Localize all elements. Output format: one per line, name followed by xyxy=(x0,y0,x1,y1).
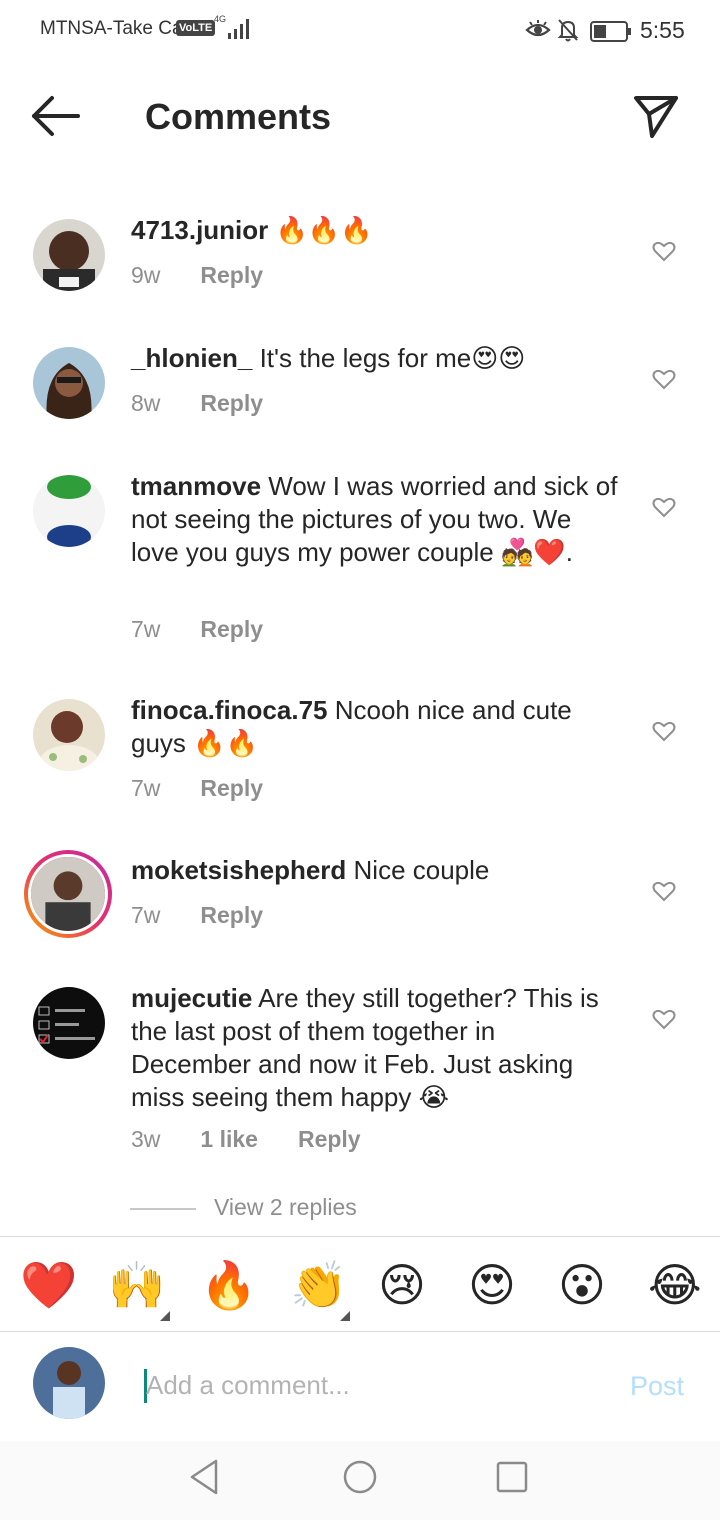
battery-icon xyxy=(590,21,631,42)
reply-button[interactable]: Reply xyxy=(298,1126,361,1153)
network-type: 4G xyxy=(214,14,227,24)
avatar[interactable] xyxy=(33,699,105,771)
skin-tone-indicator xyxy=(340,1311,350,1321)
system-nav-bar xyxy=(0,1441,720,1520)
comment-meta: 9w Reply xyxy=(131,262,303,289)
like-heart-icon[interactable] xyxy=(652,880,676,902)
comment-text: mujecutie Are they still together? This … xyxy=(131,982,621,1114)
comment-text: 4713.junior 🔥🔥🔥 xyxy=(131,214,621,247)
nav-recents-icon[interactable] xyxy=(494,1459,530,1495)
signal-icon xyxy=(228,19,249,39)
mute-bell-icon xyxy=(557,19,579,42)
comment-username[interactable]: _hlonien_ xyxy=(131,343,252,373)
emoji-fire[interactable]: 🔥 xyxy=(200,1259,257,1311)
comment-body: Nice couple xyxy=(346,855,490,885)
emoji-quick-bar: ❤️ 🙌 🔥 👏 😢 😍 😮 😂 xyxy=(0,1236,720,1332)
story-avatar[interactable] xyxy=(24,850,112,938)
comment-meta: 7w Reply xyxy=(131,902,303,929)
volte-badge: VoLTE xyxy=(176,20,216,36)
view-replies-link[interactable]: View 2 replies xyxy=(214,1194,357,1221)
nav-home-icon[interactable] xyxy=(340,1457,380,1497)
carrier-name: MTNSA-Take Ca xyxy=(40,18,183,39)
avatar[interactable] xyxy=(33,475,105,547)
nav-back-icon[interactable] xyxy=(186,1457,226,1497)
reply-button[interactable]: Reply xyxy=(200,775,263,802)
comment-body: 🔥🔥🔥 xyxy=(268,215,373,245)
comment-time: 9w xyxy=(131,262,161,288)
clock: 5:55 xyxy=(640,17,685,43)
emoji-heart[interactable]: ❤️ xyxy=(20,1259,77,1311)
comment-composer: Post xyxy=(0,1333,720,1441)
avatar[interactable] xyxy=(33,219,105,291)
like-heart-icon[interactable] xyxy=(652,720,676,742)
comment-meta: 3w 1 like Reply xyxy=(131,1126,401,1153)
status-bar: MTNSA-Take Ca VoLTE 4G 5:55 xyxy=(0,0,720,62)
comment-body: It's the legs for me😍😍 xyxy=(252,343,526,373)
skin-tone-indicator xyxy=(160,1311,170,1321)
comment-username[interactable]: moketsishepherd xyxy=(131,855,346,885)
comment-meta: 8w Reply xyxy=(131,390,303,417)
like-heart-icon[interactable] xyxy=(652,368,676,390)
back-arrow-icon[interactable] xyxy=(30,94,82,138)
comment-meta: 7w Reply xyxy=(131,616,303,643)
comment-meta: 7w Reply xyxy=(131,775,303,802)
emoji-crying[interactable]: 😢 xyxy=(378,1259,426,1311)
reply-button[interactable]: Reply xyxy=(200,262,263,289)
like-heart-icon[interactable] xyxy=(652,496,676,518)
comment-time: 7w xyxy=(131,616,161,642)
replies-divider xyxy=(130,1208,196,1210)
reply-button[interactable]: Reply xyxy=(200,902,263,929)
comment-username[interactable]: finoca.finoca.75 xyxy=(131,695,328,725)
emoji-laughing[interactable]: 😂 xyxy=(648,1259,702,1311)
reply-button[interactable]: Reply xyxy=(200,616,263,643)
comment-time: 7w xyxy=(131,775,161,801)
emoji-raised-hands[interactable]: 🙌 xyxy=(108,1259,165,1311)
comment-text: finoca.finoca.75 Ncooh nice and cute guy… xyxy=(131,694,621,760)
comment-text: moketsishepherd Nice couple xyxy=(131,854,621,887)
comment-text: tmanmove Wow I was worried and sick of n… xyxy=(131,470,621,569)
comment-time: 7w xyxy=(131,902,161,928)
eye-comfort-icon xyxy=(525,20,551,37)
page-title: Comments xyxy=(145,96,332,137)
emoji-clap[interactable]: 👏 xyxy=(290,1259,347,1311)
like-count[interactable]: 1 like xyxy=(200,1126,258,1153)
reply-button[interactable]: Reply xyxy=(200,390,263,417)
comment-username[interactable]: tmanmove xyxy=(131,471,261,501)
avatar[interactable] xyxy=(33,347,105,419)
comment-time: 8w xyxy=(131,390,161,416)
like-heart-icon[interactable] xyxy=(652,1008,676,1030)
comment-input[interactable] xyxy=(146,1365,586,1405)
emoji-heart-eyes[interactable]: 😍 xyxy=(468,1259,516,1311)
avatar[interactable] xyxy=(33,987,105,1059)
my-avatar xyxy=(33,1347,105,1419)
comment-username[interactable]: mujecutie xyxy=(131,983,252,1013)
post-button[interactable]: Post xyxy=(630,1371,684,1402)
emoji-surprised[interactable]: 😮 xyxy=(558,1259,606,1311)
avatar-image xyxy=(28,854,108,934)
header: Comments xyxy=(0,62,720,172)
comment-time: 3w xyxy=(131,1126,161,1152)
direct-send-icon[interactable] xyxy=(632,94,680,140)
comment-username[interactable]: 4713.junior xyxy=(131,215,268,245)
comment-text: _hlonien_ It's the legs for me😍😍 xyxy=(131,342,621,375)
like-heart-icon[interactable] xyxy=(652,240,676,262)
